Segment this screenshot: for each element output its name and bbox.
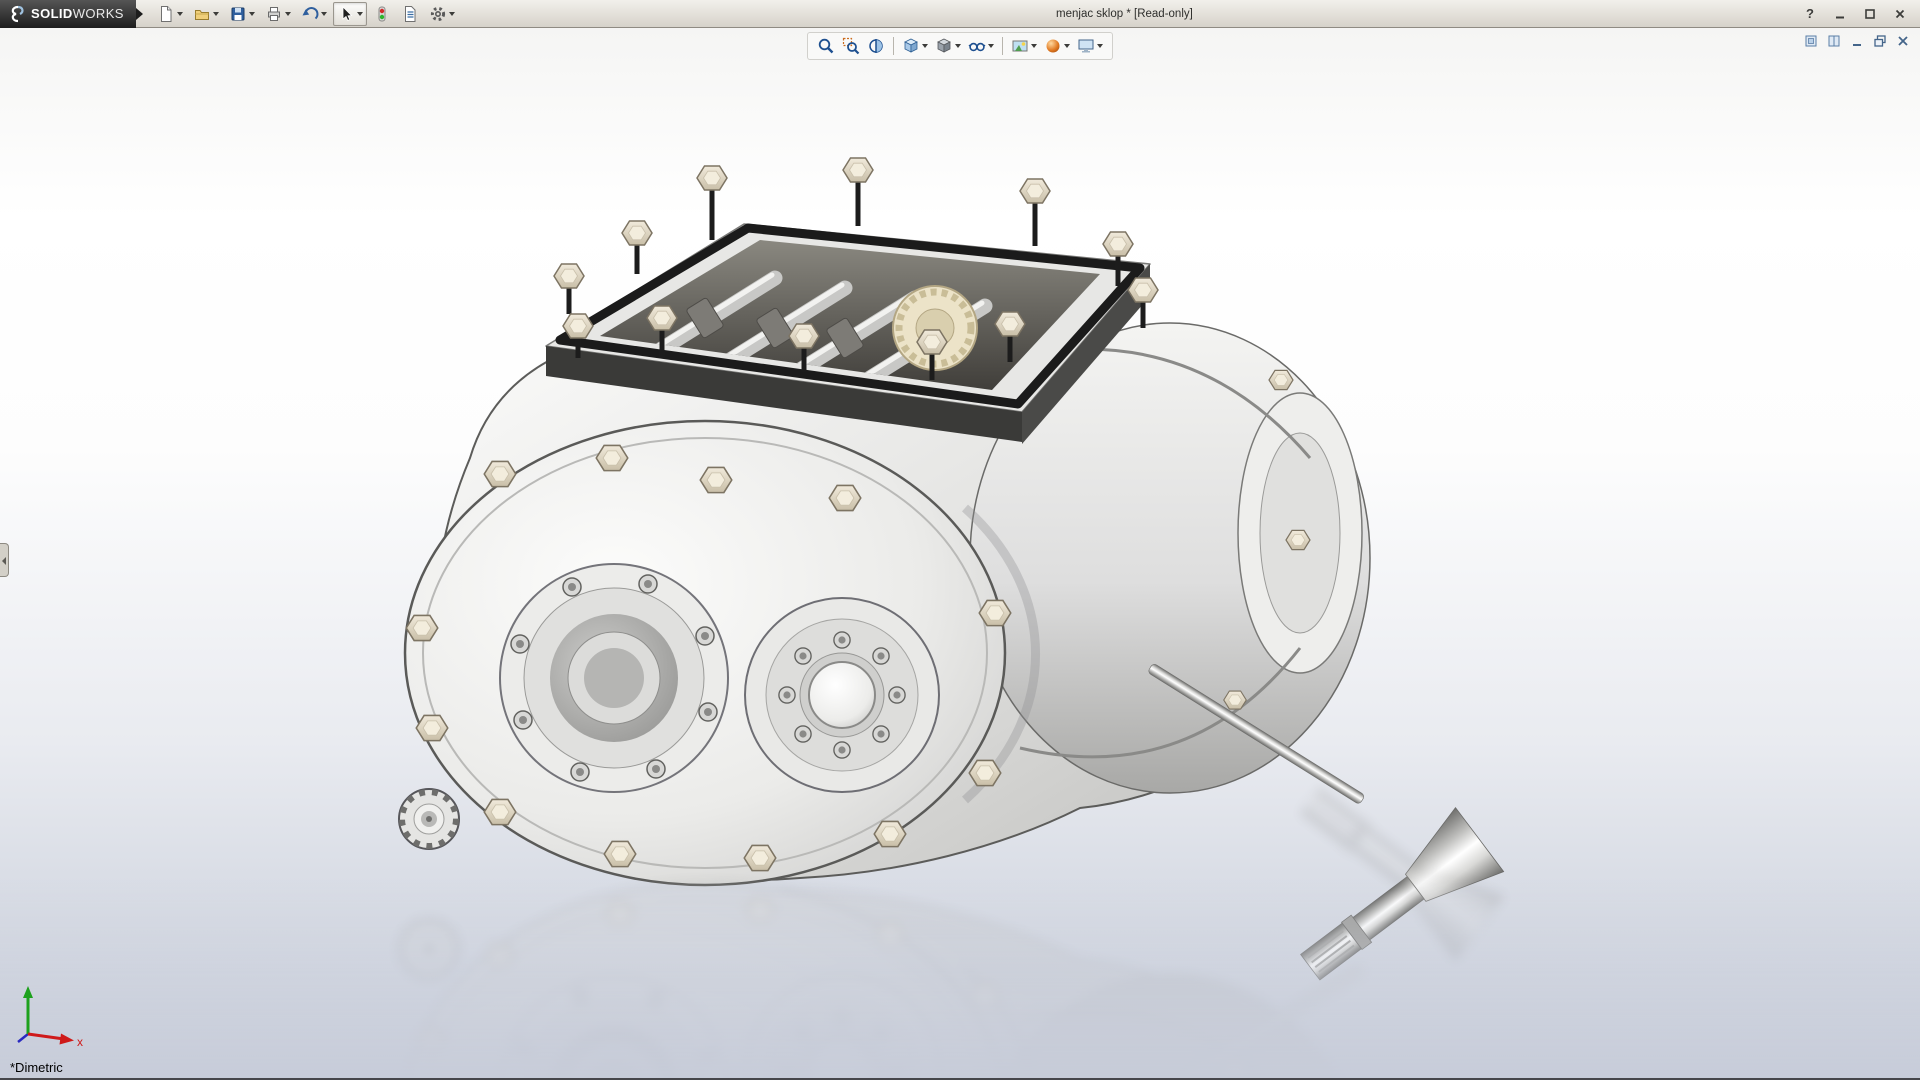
edit-appearance-button[interactable] [1041,35,1073,57]
print-button[interactable] [261,2,295,26]
save-button[interactable] [225,2,259,26]
rebuild-traffic-light-icon [373,5,391,23]
featuremanager-collapse-handle[interactable] [0,543,9,577]
save-icon [229,5,247,23]
zoom-to-fit-icon [817,37,835,55]
internal-gear [893,286,977,370]
orientation-triad: x [14,982,94,1052]
doc-minimize-icon [1850,34,1864,48]
triad-x-axis [28,1034,64,1039]
apply-scene-icon [1011,37,1029,55]
triad-y-arrowhead [23,986,33,998]
main-toolbar [153,2,459,26]
zoom-to-fit-button[interactable] [814,35,838,57]
display-style-cube-icon [935,37,953,55]
open-document-button[interactable] [189,2,223,26]
undo-icon [301,5,319,23]
dropdown-arrow-icon [922,44,928,48]
solidworks-logo: SOLIDWORKS [0,0,136,28]
gearbox-model [0,28,1920,1078]
brand-text-bold: SOLID [31,6,73,21]
dropdown-arrow-icon [1097,44,1103,48]
options-button[interactable] [425,2,459,26]
monitor-icon [1077,37,1095,55]
select-button[interactable] [333,2,367,26]
dropdown-arrow-icon [213,12,219,16]
spline-end [399,789,459,849]
dropdown-arrow-icon [249,12,255,16]
view-orientation-button[interactable] [899,35,931,57]
dropdown-arrow-icon [955,44,961,48]
titlebar[interactable]: SOLIDWORKS [0,0,1920,28]
zoom-to-area-button[interactable] [839,35,863,57]
select-cursor-icon [337,5,355,23]
view-orientation-cube-icon [902,37,920,55]
triad-x-label: x [77,1035,83,1049]
doc-restore-button[interactable] [1870,32,1889,50]
doc-restore-icon [1873,34,1887,48]
3ds-swirl-icon [8,5,26,23]
minimize-button[interactable] [1830,4,1850,24]
close-button[interactable] [1890,4,1910,24]
zoom-to-area-icon [842,37,860,55]
view-orientation-label: *Dimetric [10,1060,63,1075]
section-view-button[interactable] [864,35,888,57]
gearbox-assembly [399,158,1504,999]
reflection-fade [0,878,1920,1078]
input-bearing-boss [500,564,728,792]
undo-button[interactable] [297,2,331,26]
dropdown-arrow-icon [1031,44,1037,48]
apply-scene-button[interactable] [1008,35,1040,57]
toolbar-separator [1002,37,1003,55]
eyeglasses-icon [968,37,986,55]
triad-z-axis [18,1034,28,1042]
help-button[interactable]: ? [1800,4,1820,24]
output-bearing-boss [745,598,939,792]
toolbar-separator [893,37,894,55]
triad-x-arrowhead [60,1034,75,1045]
viewport-3d[interactable]: x *Dimetric [0,28,1920,1078]
appearance-ball-icon [1044,37,1062,55]
fullscreen-button[interactable] [1801,32,1820,50]
open-document-icon [193,5,211,23]
dropdown-arrow-icon [321,12,327,16]
section-view-icon [867,37,885,55]
view-settings-button[interactable] [1074,35,1106,57]
display-style-button[interactable] [932,35,964,57]
minimize-icon [1834,8,1846,20]
pane-toggle-button[interactable] [1824,32,1843,50]
file-properties-icon [401,5,419,23]
dropdown-arrow-icon [357,12,363,16]
maximize-icon [1864,8,1876,20]
print-icon [265,5,283,23]
hide-show-items-button[interactable] [965,35,997,57]
brand-text-light: WORKS [73,6,124,21]
dropdown-arrow-icon [177,12,183,16]
heads-up-toolbar [807,32,1113,60]
dropdown-arrow-icon [1064,44,1070,48]
file-properties-button[interactable] [397,2,423,26]
maximize-button[interactable] [1860,4,1880,24]
close-icon [1894,8,1906,20]
help-icon: ? [1806,6,1814,21]
window-title: menjac sklop * [Read-only] [459,8,1790,20]
dropdown-arrow-icon [988,44,994,48]
fullscreen-icon [1804,34,1818,48]
brand-arrow-icon[interactable] [136,8,143,20]
doc-minimize-button[interactable] [1847,32,1866,50]
solidworks-window: SOLIDWORKS [0,0,1920,1080]
document-window-controls [1801,32,1912,50]
rebuild-button[interactable] [369,2,395,26]
dropdown-arrow-icon [449,12,455,16]
window-controls: ? [1790,4,1920,24]
pane-toggle-icon [1827,34,1841,48]
doc-close-icon [1896,34,1910,48]
new-document-icon [157,5,175,23]
new-document-button[interactable] [153,2,187,26]
options-gear-icon [429,5,447,23]
dropdown-arrow-icon [285,12,291,16]
doc-close-button[interactable] [1893,32,1912,50]
